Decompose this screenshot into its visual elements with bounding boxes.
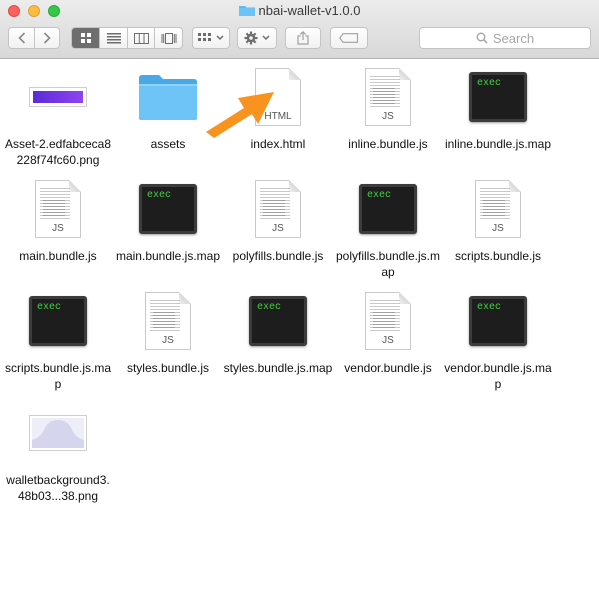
js-document-icon: JS	[35, 180, 81, 238]
coverflow-view-icon	[161, 32, 177, 44]
search-field[interactable]: Search	[419, 27, 591, 49]
file-name: inline.bundle.js.map	[444, 137, 552, 151]
window-title: nbai-wallet-v1.0.0	[0, 2, 599, 20]
file-icon-wrap: JS	[113, 288, 223, 354]
file-type-tag: JS	[382, 335, 394, 346]
exec-label: exec	[37, 302, 62, 313]
file-icon-wrap: exec	[3, 288, 113, 354]
file-name: walletbackground3.48b03...38.png	[6, 473, 110, 503]
file-type-tag: JS	[162, 335, 174, 346]
view-mode-control	[71, 27, 183, 49]
window-title-text: nbai-wallet-v1.0.0	[258, 3, 361, 18]
chevron-right-icon	[44, 32, 51, 44]
back-button[interactable]	[9, 28, 34, 48]
column-view-icon	[133, 32, 149, 44]
forward-button[interactable]	[34, 28, 59, 48]
list-view-icon	[106, 32, 121, 43]
exec-terminal-icon: exec	[469, 72, 527, 122]
file-name: vendor.bundle.js	[344, 361, 432, 375]
file-type-tag: JS	[382, 111, 394, 122]
image-thumbnail-icon	[29, 415, 87, 451]
file-name: scripts.bundle.js	[454, 249, 542, 263]
file-icon-wrap	[3, 64, 113, 130]
file-icon-wrap: exec	[223, 288, 333, 354]
exec-terminal-icon: exec	[29, 296, 87, 346]
file-icon-wrap: JS	[443, 176, 553, 242]
js-document-icon: JS	[365, 292, 411, 350]
search-icon	[476, 32, 488, 44]
share-icon	[297, 31, 309, 45]
back-forward-control	[8, 27, 60, 49]
arrange-icon	[198, 33, 211, 41]
icon-view-icon	[80, 33, 91, 43]
exec-label: exec	[367, 190, 392, 201]
file-name: inline.bundle.js	[348, 137, 428, 151]
file-icon-wrap: exec	[113, 176, 223, 242]
file-type-tag: JS	[272, 223, 284, 234]
file-name: main.bundle.js	[19, 249, 97, 263]
js-document-icon: JS	[475, 180, 521, 238]
file-icon-wrap: exec	[443, 64, 553, 130]
js-document-icon: JS	[255, 180, 301, 238]
file-icon-wrap: JS	[223, 176, 333, 242]
file-name: Asset-2.edfabceca8228f74fc60.png	[4, 137, 112, 167]
file-name: vendor.bundle.js.map	[444, 361, 552, 391]
file-icon-wrap: JS	[333, 64, 443, 130]
file-name: styles.bundle.js.map	[223, 361, 333, 375]
file-type-tag: JS	[52, 223, 64, 234]
folder-icon	[238, 6, 255, 16]
file-name: main.bundle.js.map	[115, 249, 221, 263]
coverflow-view-button[interactable]	[154, 28, 182, 48]
file-icon-wrap: exec	[333, 176, 443, 242]
tag-icon	[339, 33, 359, 43]
file-icon-wrap	[3, 400, 113, 466]
arrange-button[interactable]	[192, 27, 230, 49]
file-name: styles.bundle.js	[126, 361, 210, 375]
exec-terminal-icon: exec	[359, 184, 417, 234]
action-button[interactable]	[237, 27, 277, 49]
js-document-icon: JS	[145, 292, 191, 350]
image-thumbnail-icon	[29, 87, 87, 107]
exec-label: exec	[257, 302, 282, 313]
column-view-button[interactable]	[126, 28, 155, 48]
file-icon-wrap: JS	[3, 176, 113, 242]
file-name: polyfills.bundle.js	[232, 249, 324, 263]
share-button[interactable]	[285, 27, 321, 49]
annotation-arrow-icon	[206, 92, 274, 138]
chevron-down-icon	[262, 35, 270, 41]
file-type-tag: JS	[492, 223, 504, 234]
file-name: polyfills.bundle.js.map	[335, 249, 441, 279]
exec-label: exec	[147, 190, 172, 201]
chevron-down-icon	[216, 35, 224, 41]
gear-icon	[244, 31, 258, 45]
exec-terminal-icon: exec	[469, 296, 527, 346]
js-document-icon: JS	[365, 68, 411, 126]
list-view-button[interactable]	[99, 28, 127, 48]
tags-button[interactable]	[330, 27, 368, 49]
exec-terminal-icon: exec	[139, 184, 197, 234]
file-icon-wrap: exec	[443, 288, 553, 354]
file-icon-wrap: JS	[333, 288, 443, 354]
exec-label: exec	[477, 78, 502, 89]
window-titlebar: nbai-wallet-v1.0.0 Search	[0, 0, 599, 59]
file-name: scripts.bundle.js.map	[4, 361, 112, 391]
search-placeholder: Search	[492, 30, 535, 46]
folder-icon	[139, 75, 197, 120]
icon-view-button[interactable]	[72, 28, 100, 48]
exec-label: exec	[477, 302, 502, 313]
chevron-left-icon	[18, 32, 25, 44]
exec-terminal-icon: exec	[249, 296, 307, 346]
